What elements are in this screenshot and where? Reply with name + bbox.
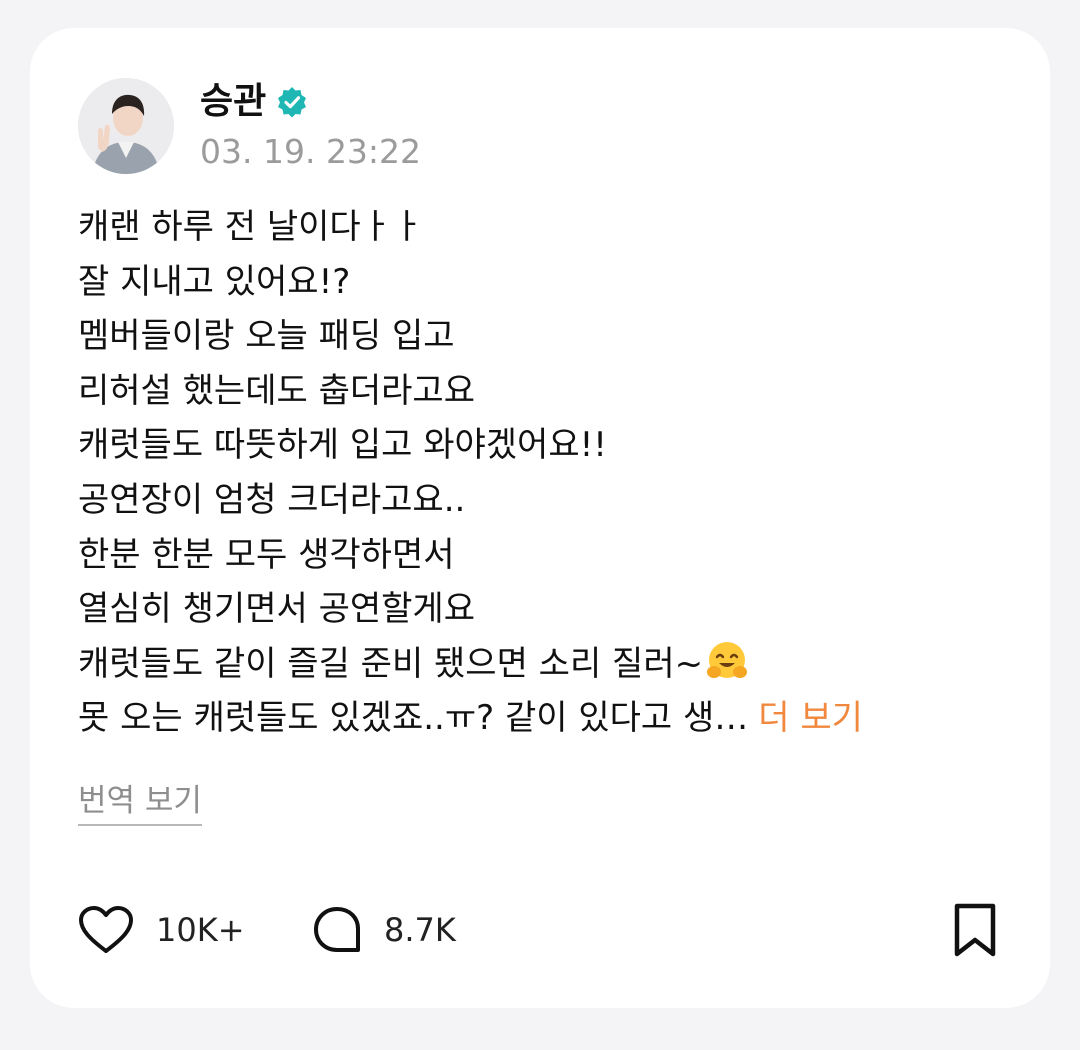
post-line: 리허설 했는데도 춥더라고요 — [78, 370, 475, 411]
comment-bubble-icon — [314, 907, 360, 952]
avatar-image — [78, 78, 174, 174]
more-link[interactable]: 더 보기 — [758, 698, 863, 738]
action-bar: 10K+ 8.7K — [78, 900, 998, 960]
post-body: 캐랜 하루 전 날이다ㅏㅏ 잘 지내고 있어요!? 멤버들이랑 오늘 패딩 입고… — [78, 200, 1018, 746]
author-row: 승관 — [200, 80, 308, 124]
post-card: 승관 03. 19. 23:22 캐랜 하루 전 날이다ㅏㅏ 잘 지내고 있어요… — [30, 28, 1050, 1008]
author-name[interactable]: 승관 — [200, 80, 266, 124]
post-line: 공연장이 엄청 크더라고요.. — [78, 479, 466, 520]
translate-link[interactable]: 번역 보기 — [78, 780, 202, 826]
post-line-text: 캐럿들도 같이 즐길 준비 됐으면 소리 질러~ — [78, 643, 704, 684]
avatar[interactable] — [78, 78, 174, 174]
hugging-face-emoji-icon — [705, 639, 749, 683]
bookmark-button[interactable] — [952, 902, 998, 962]
bookmark-icon — [954, 903, 996, 957]
post-timestamp: 03. 19. 23:22 — [200, 132, 422, 171]
post-line-truncated: 못 오는 캐럿들도 있겠죠..ㅠ? 같이 있다고 생… 더 보기 — [78, 691, 1018, 746]
verified-badge-icon — [276, 86, 308, 118]
post-line: 멤버들이랑 오늘 패딩 입고 — [78, 316, 455, 357]
like-count: 10K+ — [156, 911, 245, 949]
comment-button[interactable]: 8.7K — [312, 900, 456, 960]
like-button[interactable]: 10K+ — [78, 900, 245, 960]
post-line: 캐랜 하루 전 날이다ㅏㅏ — [78, 207, 424, 247]
heart-icon — [79, 906, 133, 953]
post-line-with-emoji: 캐럿들도 같이 즐길 준비 됐으면 소리 질러~ — [78, 637, 1018, 692]
post-line: 캐럿들도 따뜻하게 입고 와야겠어요!! — [78, 425, 607, 466]
post-line-text: 못 오는 캐럿들도 있겠죠..ㅠ? 같이 있다고 생… — [78, 698, 749, 739]
post-line: 잘 지내고 있어요!? — [78, 261, 351, 302]
post-line: 열심히 챙기면서 공연할게요 — [78, 589, 475, 630]
post-line: 한분 한분 모두 생각하면서 — [78, 534, 455, 575]
comment-count: 8.7K — [384, 911, 456, 949]
